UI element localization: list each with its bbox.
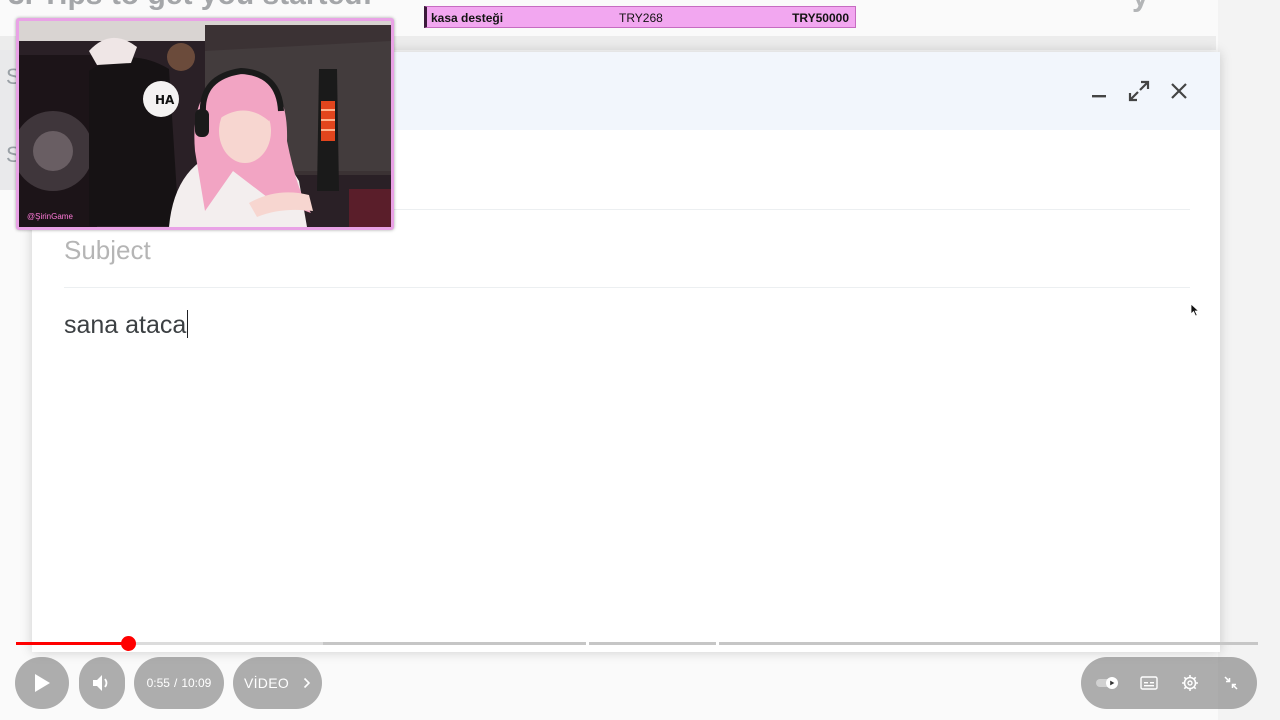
chapter-divider (716, 642, 719, 645)
minimize-icon (1092, 95, 1106, 98)
fullscreen-button[interactable] (1122, 76, 1156, 106)
volume-button[interactable] (79, 657, 125, 709)
donation-goal: TRY50000 (792, 11, 849, 25)
current-time: 0:55 (146, 676, 170, 690)
webcam-overlay: HA @ŞirinGame (16, 18, 394, 230)
expand-icon (1128, 80, 1150, 102)
chapter-divider (586, 642, 589, 645)
autoplay-toggle-icon (1095, 677, 1118, 689)
exit-fullscreen-button[interactable] (1215, 667, 1247, 699)
video-progress-bar[interactable] (16, 636, 1258, 651)
subject-input[interactable] (64, 230, 1190, 270)
subtitles-icon (1139, 676, 1158, 690)
message-body[interactable]: sana ataca (64, 310, 1190, 630)
chapter-button[interactable]: VİDEO (233, 657, 322, 709)
autoplay-toggle[interactable] (1092, 667, 1124, 699)
subtitles-button[interactable] (1133, 667, 1165, 699)
time-display: 0:55 / 10:09 (134, 657, 224, 709)
donation-raised: TRY268 (619, 11, 663, 25)
settings-gear-icon (1181, 675, 1198, 691)
close-icon (1171, 83, 1187, 99)
webcam-feed: HA (19, 21, 391, 227)
player-right-controls (1081, 657, 1257, 709)
play-icon (35, 674, 50, 692)
duration: 10:09 (181, 676, 212, 690)
background-heading-fragment: y (1132, 0, 1149, 14)
settings-button[interactable] (1174, 667, 1206, 699)
exit-fullscreen-icon (1223, 676, 1238, 690)
volume-icon (93, 675, 108, 691)
text-caret (187, 310, 189, 338)
message-body-text: sana ataca (64, 311, 187, 339)
minimize-button[interactable] (1082, 76, 1116, 106)
donation-goal-bar: kasa desteği TRY268 TRY50000 (424, 6, 856, 28)
svg-text:HA: HA (155, 93, 175, 107)
donation-label: kasa desteği (431, 11, 504, 25)
chapter-label: VİDEO (243, 675, 290, 691)
chevron-right-icon (303, 677, 311, 689)
mouse-cursor-icon (1190, 303, 1200, 317)
webcam-channel-tag: @ŞirinGame (27, 212, 73, 221)
background-right-strip (1218, 0, 1280, 720)
background-heading: 3. Tips to get you started: (8, 0, 373, 12)
time-separator: / (173, 676, 178, 690)
progress-played (16, 642, 129, 645)
close-button[interactable] (1162, 76, 1196, 106)
play-button[interactable] (15, 657, 69, 709)
